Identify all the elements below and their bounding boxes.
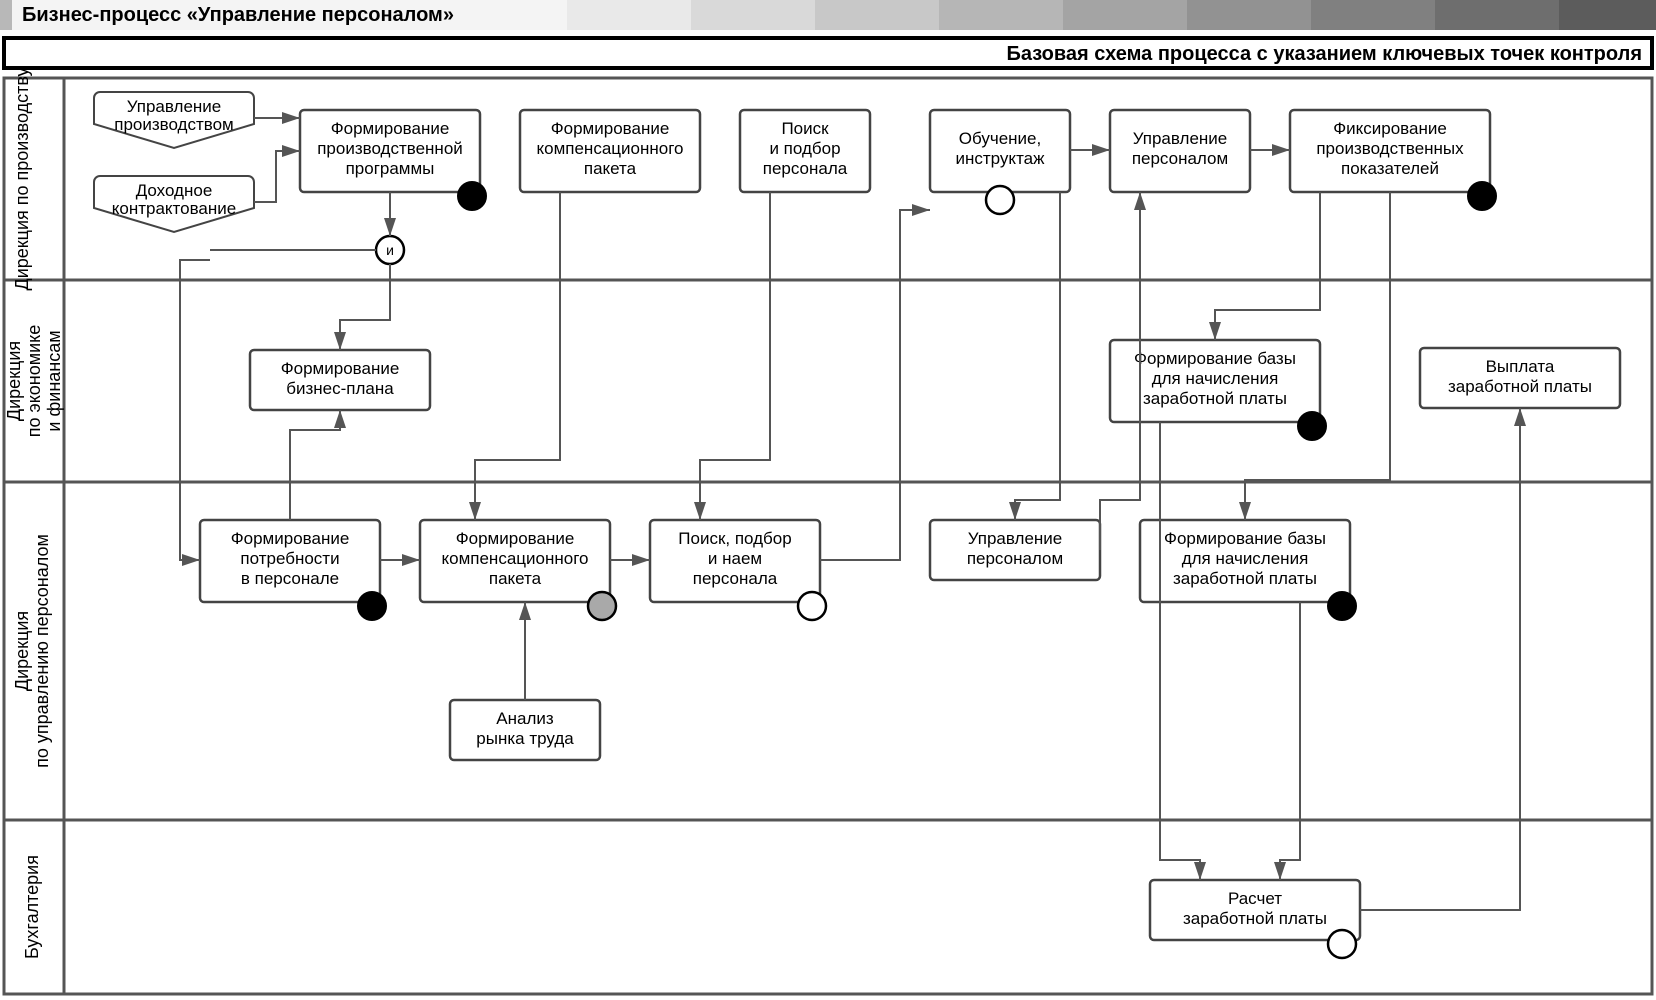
box-payroll-base-hr: Формирование базыдля начислениязаработно…: [1140, 520, 1356, 620]
control-point-black-icon: [458, 182, 486, 210]
control-point-white-icon: [986, 186, 1014, 214]
box-search-top: Поиски подборперсонала: [740, 110, 870, 192]
control-point-black-icon: [1468, 182, 1496, 210]
svg-text:Формирование базыдля начислени: Формирование базыдля начислениязаработно…: [1134, 349, 1296, 408]
control-point-black-icon: [1328, 592, 1356, 620]
box-production-program: Формированиепроизводственнойпрограммы: [300, 110, 486, 210]
svg-text:и: и: [386, 242, 394, 258]
box-comp-package-top: Формированиекомпенсационногопакета: [520, 110, 700, 192]
svg-text:Обучение,инструктаж: Обучение,инструктаж: [956, 129, 1046, 168]
control-point-black-icon: [358, 592, 386, 620]
lane-label-3: Дирекцияпо управлению персоналом: [12, 534, 52, 768]
svg-text:Дирекцияпо управлению персонал: Дирекцияпо управлению персоналом: [12, 534, 52, 768]
box-training: Обучение,инструктаж: [930, 110, 1070, 214]
control-point-white-icon: [1328, 930, 1356, 958]
box-search-hr: Поиск, подбори наемперсонала: [650, 520, 826, 620]
box-payroll-base-fin: Формирование базыдля начислениязаработно…: [1110, 340, 1326, 440]
control-point-black-icon: [1298, 412, 1326, 440]
subtitle-bar: Базовая схема процесса с указанием ключе…: [4, 38, 1652, 68]
lane-label-2: Дирекцияпо экономикеи финансам: [4, 325, 64, 438]
svg-text:Бухгалтерия: Бухгалтерия: [22, 855, 42, 959]
page-title: Бизнес-процесс «Управление персоналом»: [22, 4, 454, 26]
control-point-gray-icon: [588, 592, 616, 620]
svg-text:Управлениеперсоналом: Управлениеперсоналом: [1132, 129, 1228, 168]
process-diagram: Бизнес-процесс «Управление персоналом» Б…: [0, 0, 1656, 1000]
header-band: Бизнес-процесс «Управление персоналом»: [0, 0, 1656, 30]
svg-text:Формированиепотребностив персо: Формированиепотребностив персонале: [231, 529, 350, 588]
box-personnel-need: Формированиепотребностив персонале: [200, 520, 386, 620]
svg-text:Управлениеперсоналом: Управлениеперсоналом: [967, 529, 1063, 568]
svg-text:Дирекция по производству: Дирекция по производству: [12, 68, 32, 291]
box-personnel-mgmt-hr: Управлениеперсоналом: [930, 520, 1100, 580]
svg-text:Формированиебизнес-плана: Формированиебизнес-плана: [281, 359, 400, 398]
gateway-and: и: [376, 236, 404, 264]
lane-label-1: Дирекция по производству: [12, 68, 32, 291]
flow-arrows: [180, 118, 1520, 910]
box-personnel-mgmt-top: Управлениеперсоналом: [1110, 110, 1250, 192]
input-production-mgmt: Управлениепроизводством: [94, 92, 254, 148]
page-subtitle: Базовая схема процесса с указанием ключе…: [1006, 43, 1642, 65]
control-point-white-icon: [798, 592, 826, 620]
box-salary-calc: Расчетзаработной платы: [1150, 880, 1360, 958]
box-business-plan: Формированиебизнес-плана: [250, 350, 430, 410]
lane-label-4: Бухгалтерия: [22, 855, 42, 959]
svg-text:Формирование базыдля начислени: Формирование базыдля начислениязаработно…: [1164, 529, 1326, 588]
box-salary-payout: Выплатазаработной платы: [1420, 348, 1620, 408]
svg-text:Дирекцияпо экономикеи финансам: Дирекцияпо экономикеи финансам: [4, 325, 64, 438]
input-revenue-contracting: Доходноеконтрактование: [94, 176, 254, 232]
svg-text:Управлениепроизводством: Управлениепроизводством: [114, 97, 234, 134]
box-labor-market: Анализрынка труда: [450, 700, 600, 760]
box-comp-package-hr: Формированиекомпенсационногопакета: [420, 520, 616, 620]
